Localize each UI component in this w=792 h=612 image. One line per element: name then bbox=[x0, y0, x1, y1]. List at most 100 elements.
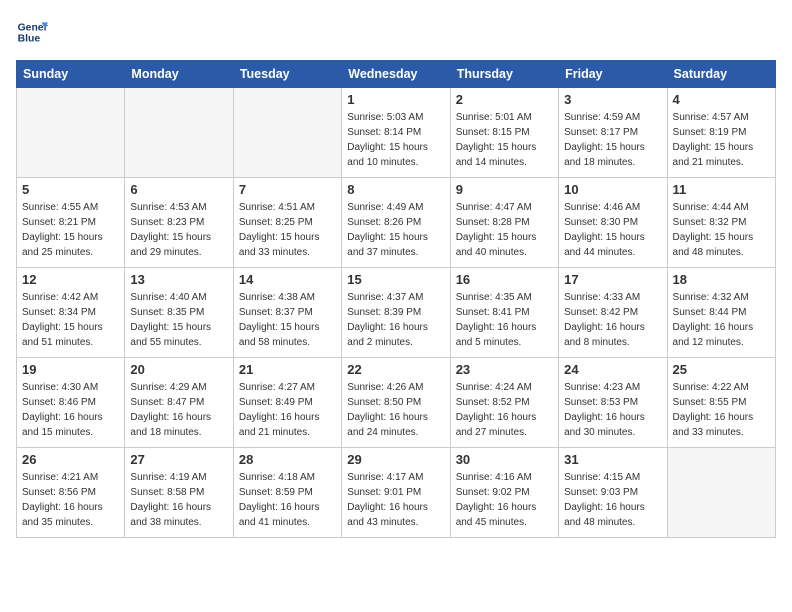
day-number: 11 bbox=[673, 182, 770, 197]
logo-icon: General Blue bbox=[16, 16, 48, 48]
day-info: Sunrise: 4:26 AMSunset: 8:50 PMDaylight:… bbox=[347, 380, 444, 440]
day-info: Sunrise: 4:32 AMSunset: 8:44 PMDaylight:… bbox=[673, 290, 770, 350]
logo: General Blue bbox=[16, 16, 48, 48]
day-info: Sunrise: 4:29 AMSunset: 8:47 PMDaylight:… bbox=[130, 380, 227, 440]
day-info: Sunrise: 4:59 AMSunset: 8:17 PMDaylight:… bbox=[564, 110, 661, 170]
day-number: 22 bbox=[347, 362, 444, 377]
day-info: Sunrise: 4:17 AMSunset: 9:01 PMDaylight:… bbox=[347, 470, 444, 530]
day-number: 27 bbox=[130, 452, 227, 467]
calendar-cell: 2 Sunrise: 5:01 AMSunset: 8:15 PMDayligh… bbox=[450, 88, 558, 178]
day-info: Sunrise: 4:16 AMSunset: 9:02 PMDaylight:… bbox=[456, 470, 553, 530]
day-number: 28 bbox=[239, 452, 336, 467]
calendar-cell: 18 Sunrise: 4:32 AMSunset: 8:44 PMDaylig… bbox=[667, 268, 775, 358]
day-info: Sunrise: 4:49 AMSunset: 8:26 PMDaylight:… bbox=[347, 200, 444, 260]
day-info: Sunrise: 4:21 AMSunset: 8:56 PMDaylight:… bbox=[22, 470, 119, 530]
day-info: Sunrise: 4:33 AMSunset: 8:42 PMDaylight:… bbox=[564, 290, 661, 350]
calendar-cell: 29 Sunrise: 4:17 AMSunset: 9:01 PMDaylig… bbox=[342, 448, 450, 538]
calendar-cell bbox=[233, 88, 341, 178]
day-header-thursday: Thursday bbox=[450, 61, 558, 88]
day-number: 19 bbox=[22, 362, 119, 377]
calendar-cell: 12 Sunrise: 4:42 AMSunset: 8:34 PMDaylig… bbox=[17, 268, 125, 358]
week-row-5: 26 Sunrise: 4:21 AMSunset: 8:56 PMDaylig… bbox=[17, 448, 776, 538]
header: General Blue bbox=[16, 16, 776, 48]
calendar-cell: 14 Sunrise: 4:38 AMSunset: 8:37 PMDaylig… bbox=[233, 268, 341, 358]
calendar-cell: 27 Sunrise: 4:19 AMSunset: 8:58 PMDaylig… bbox=[125, 448, 233, 538]
day-info: Sunrise: 4:24 AMSunset: 8:52 PMDaylight:… bbox=[456, 380, 553, 440]
calendar-table: SundayMondayTuesdayWednesdayThursdayFrid… bbox=[16, 60, 776, 538]
calendar-cell: 22 Sunrise: 4:26 AMSunset: 8:50 PMDaylig… bbox=[342, 358, 450, 448]
day-info: Sunrise: 4:40 AMSunset: 8:35 PMDaylight:… bbox=[130, 290, 227, 350]
day-info: Sunrise: 5:01 AMSunset: 8:15 PMDaylight:… bbox=[456, 110, 553, 170]
calendar-cell: 16 Sunrise: 4:35 AMSunset: 8:41 PMDaylig… bbox=[450, 268, 558, 358]
day-header-tuesday: Tuesday bbox=[233, 61, 341, 88]
calendar-cell bbox=[17, 88, 125, 178]
calendar-cell: 7 Sunrise: 4:51 AMSunset: 8:25 PMDayligh… bbox=[233, 178, 341, 268]
calendar-cell: 26 Sunrise: 4:21 AMSunset: 8:56 PMDaylig… bbox=[17, 448, 125, 538]
day-number: 13 bbox=[130, 272, 227, 287]
day-number: 3 bbox=[564, 92, 661, 107]
day-header-monday: Monday bbox=[125, 61, 233, 88]
day-number: 26 bbox=[22, 452, 119, 467]
calendar-cell: 23 Sunrise: 4:24 AMSunset: 8:52 PMDaylig… bbox=[450, 358, 558, 448]
svg-text:Blue: Blue bbox=[18, 34, 41, 45]
calendar-cell: 3 Sunrise: 4:59 AMSunset: 8:17 PMDayligh… bbox=[559, 88, 667, 178]
calendar-cell: 5 Sunrise: 4:55 AMSunset: 8:21 PMDayligh… bbox=[17, 178, 125, 268]
day-number: 2 bbox=[456, 92, 553, 107]
day-number: 16 bbox=[456, 272, 553, 287]
day-number: 9 bbox=[456, 182, 553, 197]
day-number: 8 bbox=[347, 182, 444, 197]
days-header-row: SundayMondayTuesdayWednesdayThursdayFrid… bbox=[17, 61, 776, 88]
day-info: Sunrise: 4:44 AMSunset: 8:32 PMDaylight:… bbox=[673, 200, 770, 260]
day-info: Sunrise: 4:15 AMSunset: 9:03 PMDaylight:… bbox=[564, 470, 661, 530]
day-info: Sunrise: 5:03 AMSunset: 8:14 PMDaylight:… bbox=[347, 110, 444, 170]
day-info: Sunrise: 4:53 AMSunset: 8:23 PMDaylight:… bbox=[130, 200, 227, 260]
day-number: 6 bbox=[130, 182, 227, 197]
day-info: Sunrise: 4:57 AMSunset: 8:19 PMDaylight:… bbox=[673, 110, 770, 170]
day-number: 4 bbox=[673, 92, 770, 107]
calendar-cell: 6 Sunrise: 4:53 AMSunset: 8:23 PMDayligh… bbox=[125, 178, 233, 268]
day-info: Sunrise: 4:30 AMSunset: 8:46 PMDaylight:… bbox=[22, 380, 119, 440]
calendar-cell: 8 Sunrise: 4:49 AMSunset: 8:26 PMDayligh… bbox=[342, 178, 450, 268]
calendar-cell: 1 Sunrise: 5:03 AMSunset: 8:14 PMDayligh… bbox=[342, 88, 450, 178]
calendar-cell: 28 Sunrise: 4:18 AMSunset: 8:59 PMDaylig… bbox=[233, 448, 341, 538]
calendar-cell: 17 Sunrise: 4:33 AMSunset: 8:42 PMDaylig… bbox=[559, 268, 667, 358]
day-number: 1 bbox=[347, 92, 444, 107]
calendar-cell bbox=[667, 448, 775, 538]
calendar-cell: 21 Sunrise: 4:27 AMSunset: 8:49 PMDaylig… bbox=[233, 358, 341, 448]
calendar-cell: 24 Sunrise: 4:23 AMSunset: 8:53 PMDaylig… bbox=[559, 358, 667, 448]
day-number: 17 bbox=[564, 272, 661, 287]
day-header-saturday: Saturday bbox=[667, 61, 775, 88]
day-number: 20 bbox=[130, 362, 227, 377]
calendar-cell: 20 Sunrise: 4:29 AMSunset: 8:47 PMDaylig… bbox=[125, 358, 233, 448]
day-info: Sunrise: 4:22 AMSunset: 8:55 PMDaylight:… bbox=[673, 380, 770, 440]
day-info: Sunrise: 4:38 AMSunset: 8:37 PMDaylight:… bbox=[239, 290, 336, 350]
week-row-2: 5 Sunrise: 4:55 AMSunset: 8:21 PMDayligh… bbox=[17, 178, 776, 268]
calendar-cell bbox=[125, 88, 233, 178]
day-info: Sunrise: 4:23 AMSunset: 8:53 PMDaylight:… bbox=[564, 380, 661, 440]
day-number: 14 bbox=[239, 272, 336, 287]
day-info: Sunrise: 4:19 AMSunset: 8:58 PMDaylight:… bbox=[130, 470, 227, 530]
day-info: Sunrise: 4:51 AMSunset: 8:25 PMDaylight:… bbox=[239, 200, 336, 260]
calendar-cell: 25 Sunrise: 4:22 AMSunset: 8:55 PMDaylig… bbox=[667, 358, 775, 448]
day-info: Sunrise: 4:27 AMSunset: 8:49 PMDaylight:… bbox=[239, 380, 336, 440]
day-number: 10 bbox=[564, 182, 661, 197]
day-number: 15 bbox=[347, 272, 444, 287]
day-header-friday: Friday bbox=[559, 61, 667, 88]
calendar-cell: 30 Sunrise: 4:16 AMSunset: 9:02 PMDaylig… bbox=[450, 448, 558, 538]
week-row-3: 12 Sunrise: 4:42 AMSunset: 8:34 PMDaylig… bbox=[17, 268, 776, 358]
day-header-sunday: Sunday bbox=[17, 61, 125, 88]
day-number: 31 bbox=[564, 452, 661, 467]
day-info: Sunrise: 4:37 AMSunset: 8:39 PMDaylight:… bbox=[347, 290, 444, 350]
day-info: Sunrise: 4:55 AMSunset: 8:21 PMDaylight:… bbox=[22, 200, 119, 260]
day-info: Sunrise: 4:46 AMSunset: 8:30 PMDaylight:… bbox=[564, 200, 661, 260]
day-number: 29 bbox=[347, 452, 444, 467]
day-number: 7 bbox=[239, 182, 336, 197]
day-number: 25 bbox=[673, 362, 770, 377]
calendar-cell: 9 Sunrise: 4:47 AMSunset: 8:28 PMDayligh… bbox=[450, 178, 558, 268]
day-number: 30 bbox=[456, 452, 553, 467]
day-number: 12 bbox=[22, 272, 119, 287]
calendar-cell: 15 Sunrise: 4:37 AMSunset: 8:39 PMDaylig… bbox=[342, 268, 450, 358]
week-row-4: 19 Sunrise: 4:30 AMSunset: 8:46 PMDaylig… bbox=[17, 358, 776, 448]
day-info: Sunrise: 4:18 AMSunset: 8:59 PMDaylight:… bbox=[239, 470, 336, 530]
day-info: Sunrise: 4:35 AMSunset: 8:41 PMDaylight:… bbox=[456, 290, 553, 350]
